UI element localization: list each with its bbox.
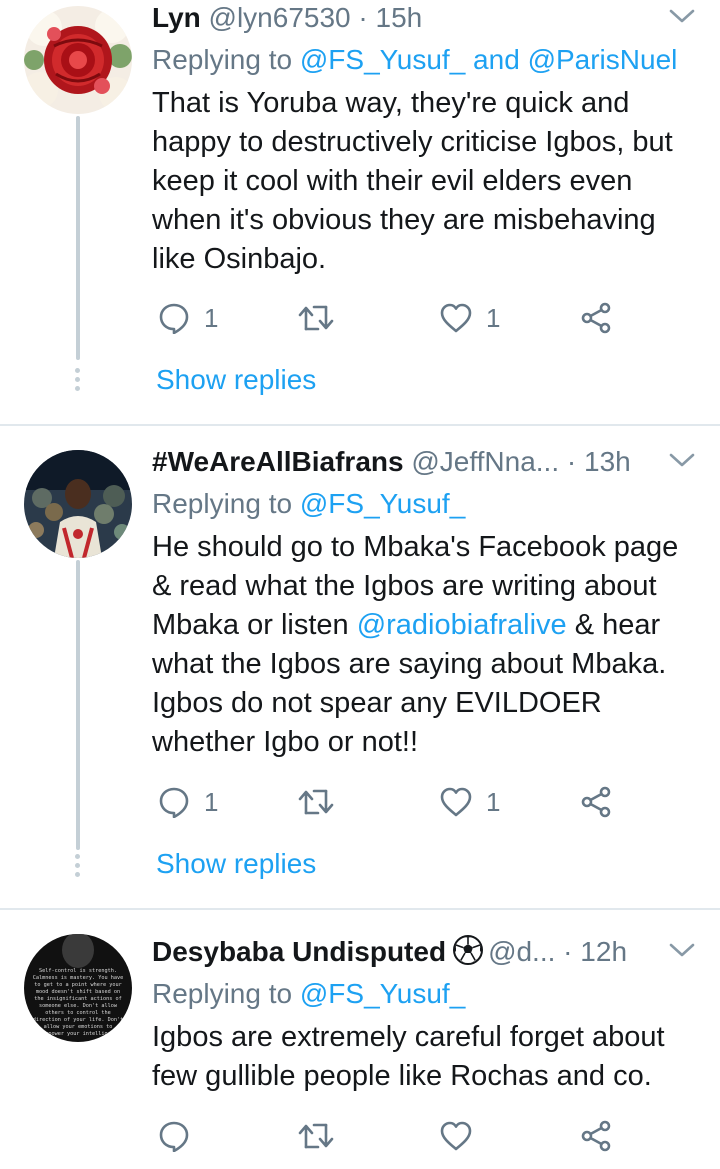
svg-text:the insignificant actions of: the insignificant actions of	[34, 996, 121, 1002]
share-button[interactable]	[580, 1114, 612, 1158]
mention-link[interactable]: @radiobiafralive	[357, 609, 567, 641]
timestamp[interactable]: 15h	[376, 2, 423, 33]
thread-line	[76, 560, 80, 850]
reply-button[interactable]: 1	[158, 780, 218, 824]
mention-link[interactable]: @FS_Yusuf_	[300, 488, 465, 519]
svg-text:mood doesn't shift based on: mood doesn't shift based on	[36, 989, 120, 995]
replying-to: Replying to @FS_Yusuf_	[152, 978, 466, 1009]
reply-count: 1	[204, 302, 219, 333]
svg-text:to get to a point where your: to get to a point where your	[34, 982, 121, 988]
replying-to: Replying to @FS_Yusuf_	[152, 488, 466, 519]
thread-dots-icon	[75, 854, 81, 881]
reply-bubble-icon	[159, 303, 189, 334]
tweet-actions: 1 1	[152, 296, 712, 340]
display-name[interactable]: #WeAreAllBiafrans	[152, 446, 404, 477]
replying-and[interactable]: and	[465, 44, 527, 75]
separator: ·	[559, 446, 585, 477]
tweet-lyn[interactable]: Lyn @lyn67530 · 15h Replying to @FS_Yusu…	[0, 0, 720, 424]
svg-text:Calmness is mastery. You have: Calmness is mastery. You have	[33, 975, 124, 981]
heart-icon	[440, 787, 472, 817]
mention-link[interactable]: @FS_Yusuf_	[300, 44, 465, 75]
like-count: 1	[486, 786, 501, 817]
retweet-icon	[298, 789, 334, 815]
reply-button[interactable]	[158, 1114, 190, 1158]
svg-text:direction of your life. Don't: direction of your life. Don't	[33, 1017, 124, 1023]
share-button[interactable]	[580, 296, 612, 340]
reply-button[interactable]: 1	[158, 296, 218, 340]
share-icon	[581, 302, 611, 334]
svg-text:others to control the: others to control the	[45, 1010, 111, 1016]
show-replies-link[interactable]: Show replies	[156, 846, 316, 882]
reply-count: 1	[204, 786, 219, 817]
display-name[interactable]: Lyn	[152, 2, 201, 33]
like-count: 1	[486, 302, 501, 333]
mention-link[interactable]: @FS_Yusuf_	[300, 978, 465, 1009]
replying-to: Replying to @FS_Yusuf_ and @ParisNuel	[152, 44, 678, 75]
like-button[interactable]	[440, 1114, 472, 1158]
tweet-header: Lyn @lyn67530 · 15h	[152, 0, 700, 40]
avatar[interactable]	[24, 6, 132, 114]
chevron-down-icon[interactable]	[668, 450, 696, 470]
svg-text:someone else. Don't allow: someone else. Don't allow	[39, 1003, 118, 1009]
like-button[interactable]: 1	[440, 780, 500, 824]
share-icon	[581, 786, 611, 818]
like-button[interactable]: 1	[440, 296, 500, 340]
reply-bubble-icon	[159, 787, 189, 818]
tweet-text: He should go to Mbaka's Facebook page & …	[152, 531, 679, 758]
chevron-down-icon[interactable]	[668, 6, 696, 26]
soccer-ball-icon	[453, 935, 484, 965]
tweet-desybaba[interactable]: Self-control is strength. Calmness is ma…	[0, 910, 720, 1169]
avatar[interactable]	[24, 450, 132, 558]
svg-text:allow your emotions to: allow your emotions to	[44, 1024, 113, 1030]
share-button[interactable]	[580, 780, 612, 824]
display-name[interactable]: Desybaba Undisputed	[152, 936, 446, 967]
separator: ·	[555, 936, 581, 967]
heart-icon	[440, 1121, 472, 1151]
chevron-down-icon[interactable]	[668, 940, 696, 960]
retweet-button[interactable]	[298, 1114, 334, 1158]
tweet-wearebiafrans[interactable]: #WeAreAllBiafrans @JeffNna... · 13h Repl…	[0, 426, 720, 908]
tweet-header: Desybaba Undisputed @d... · 12h	[152, 934, 700, 974]
show-replies-link[interactable]: Show replies	[156, 362, 316, 398]
tweet-text: That is Yoruba way, they're quick and ha…	[152, 87, 673, 275]
reply-bubble-icon	[159, 1121, 189, 1152]
mention-link[interactable]: @ParisNuel	[528, 44, 678, 75]
separator: ·	[350, 2, 376, 33]
retweet-icon	[298, 1123, 334, 1149]
tweet-actions	[152, 1114, 712, 1158]
retweet-button[interactable]	[298, 780, 334, 824]
svg-text:overpower your intelligence: overpower your intelligence	[36, 1031, 120, 1037]
tweet-header: #WeAreAllBiafrans @JeffNna... · 13h	[152, 444, 700, 484]
retweet-icon	[298, 305, 334, 331]
svg-text:Self-control is strength.: Self-control is strength.	[39, 968, 117, 974]
avatar[interactable]: Self-control is strength. Calmness is ma…	[24, 934, 132, 1042]
thread-dots-icon	[75, 368, 81, 395]
user-handle[interactable]: @lyn67530	[209, 2, 351, 33]
tweet-actions: 1 1	[152, 780, 712, 824]
thread-line	[76, 116, 80, 360]
timestamp[interactable]: 12h	[580, 936, 627, 967]
retweet-button[interactable]	[298, 296, 334, 340]
share-icon	[581, 1120, 611, 1152]
heart-icon	[440, 303, 472, 333]
user-handle[interactable]: @d...	[488, 936, 555, 967]
tweet-text: Igbos are extremely careful forget about…	[152, 1021, 665, 1092]
timestamp[interactable]: 13h	[584, 446, 631, 477]
user-handle[interactable]: @JeffNna...	[411, 446, 559, 477]
